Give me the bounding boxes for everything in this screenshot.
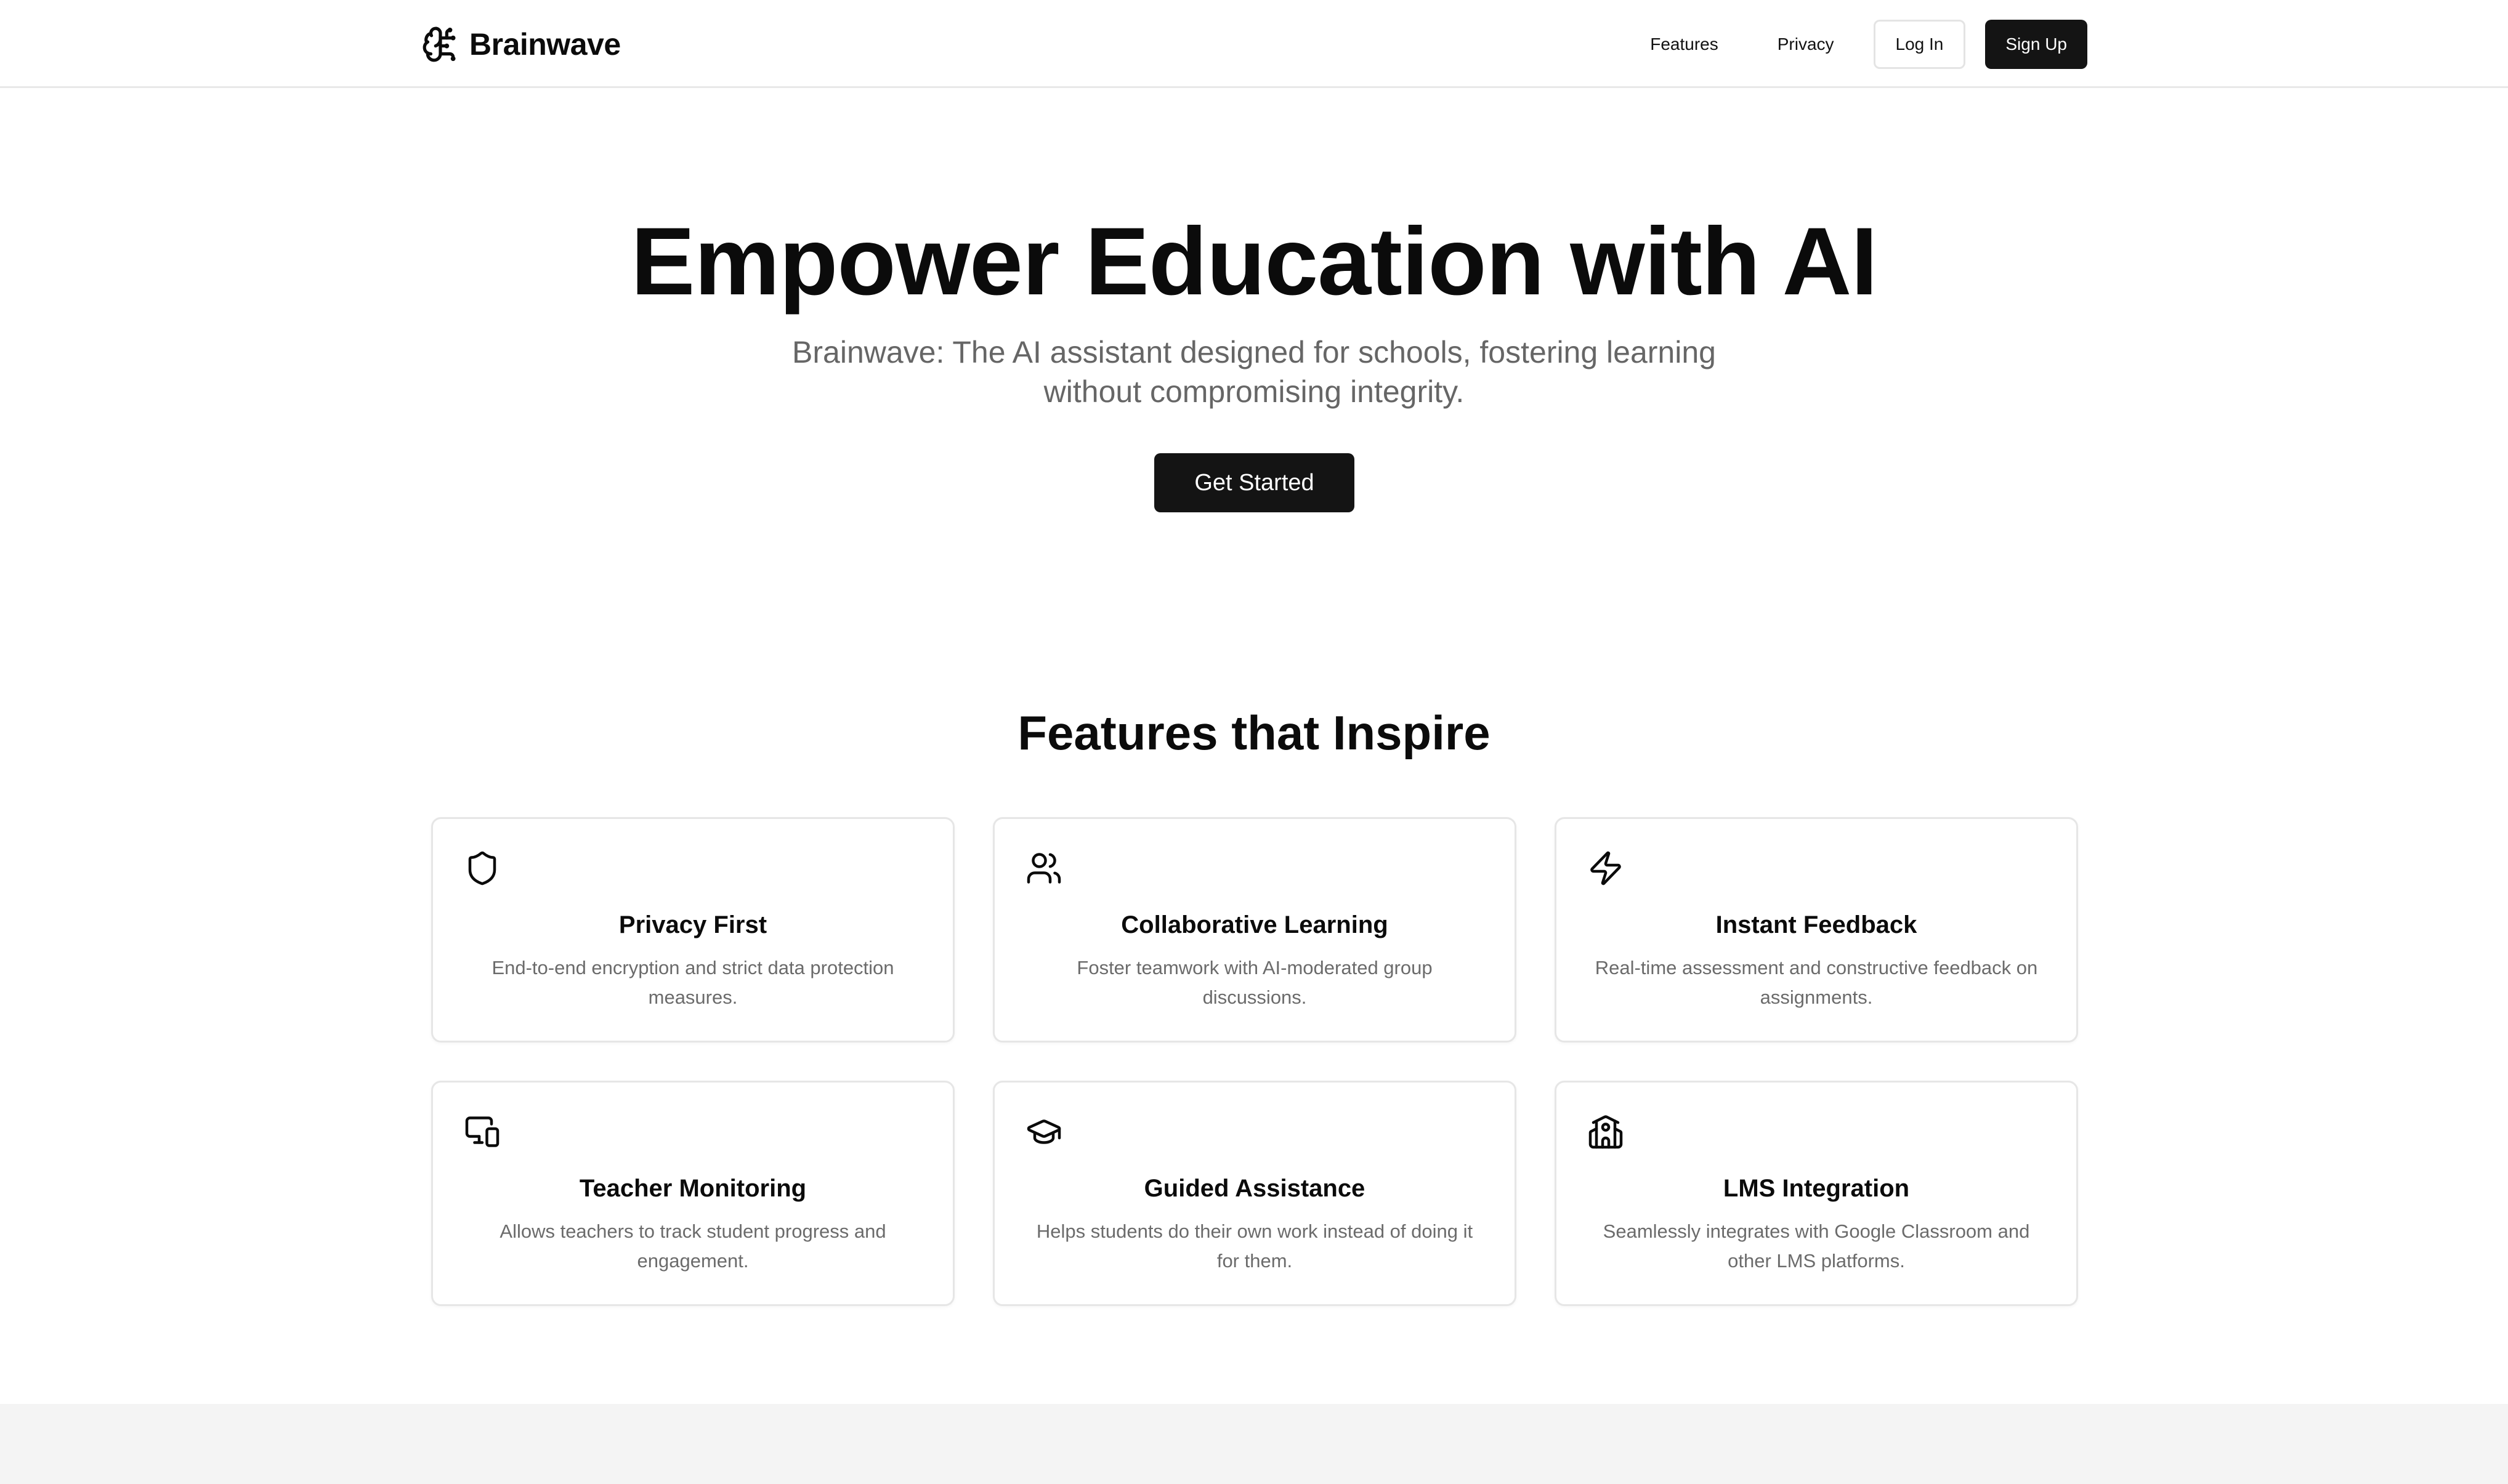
feature-title: Teacher Monitoring [579,1175,807,1202]
features-grid: Privacy First End-to-end encryption and … [431,817,2078,1306]
feature-title: Instant Feedback [1715,911,1917,938]
footer-section [0,1404,2508,1484]
shield-icon [464,850,501,887]
hero-title: Empower Education with AI [631,208,1877,315]
get-started-button[interactable]: Get Started [1154,453,1354,512]
feature-description: Seamlessly integrates with Google Classr… [1603,1220,2030,1272]
site-header: Brainwave Features Privacy Log In Sign U… [0,0,2508,88]
nav-link-privacy[interactable]: Privacy [1748,34,1864,54]
top-nav: Features Privacy Log In Sign Up [1620,20,2087,69]
monitor-devices-icon [464,1113,501,1150]
lightning-icon [1587,850,1624,887]
nav-link-features[interactable]: Features [1620,34,1748,54]
features-heading: Features that Inspire [1017,706,1491,760]
graduation-cap-icon [1025,1113,1062,1150]
feature-title: LMS Integration [1723,1175,1910,1202]
feature-title: Privacy First [618,911,767,938]
feature-description: Allows teachers to track student progres… [500,1220,886,1272]
users-icon [1025,850,1062,887]
feature-title: Guided Assistance [1144,1175,1365,1202]
hero-subtitle: Brainwave: The AI assistant designed for… [792,335,1716,409]
brand-name: Brainwave [469,27,621,62]
feature-card-instant-feedback: Instant Feedback Real-time assessment an… [1555,817,2078,1042]
feature-card-teacher-monitoring: Teacher Monitoring Allows teachers to tr… [431,1081,955,1306]
feature-card-guided-assistance: Guided Assistance Helps students do thei… [993,1081,1516,1306]
brain-icon [421,25,459,64]
feature-description: Real-time assessment and constructive fe… [1595,957,2038,1008]
feature-title: Collaborative Learning [1121,911,1388,938]
login-button[interactable]: Log In [1873,20,1966,69]
brand-logo[interactable]: Brainwave [421,23,621,65]
signup-button[interactable]: Sign Up [1985,20,2087,69]
feature-card-collaborative-learning: Collaborative Learning Foster teamwork w… [993,817,1516,1042]
feature-description: Foster teamwork with AI-moderated group … [1077,957,1433,1008]
feature-description: Helps students do their own work instead… [1036,1220,1473,1272]
feature-card-lms-integration: LMS Integration Seamlessly integrates wi… [1555,1081,2078,1306]
school-building-icon [1587,1113,1624,1150]
feature-description: End-to-end encryption and strict data pr… [491,957,894,1008]
feature-card-privacy-first: Privacy First End-to-end encryption and … [431,817,955,1042]
